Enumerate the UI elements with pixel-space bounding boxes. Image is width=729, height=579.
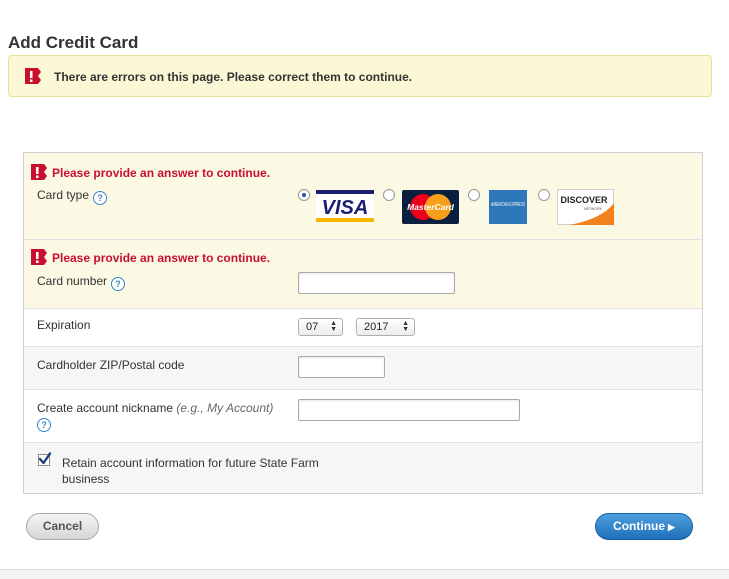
error-icon [25, 68, 41, 84]
nickname-input[interactable] [298, 399, 520, 421]
select-arrows-icon: ▲ ▼ [330, 320, 337, 333]
card-type-label: Card type? [37, 188, 108, 205]
retain-row: Retain account information for future St… [24, 442, 702, 493]
expiration-year-select[interactable]: 2017 ▲ ▼ [356, 318, 415, 336]
error-icon [31, 164, 47, 180]
expiration-year-value: 2017 [364, 321, 389, 333]
help-icon[interactable]: ? [93, 191, 108, 205]
page-title: Add Credit Card [8, 33, 139, 52]
nickname-hint: (e.g., My Account) [176, 401, 274, 415]
radio-discover[interactable] [538, 189, 550, 201]
visa-logo-icon[interactable]: VISA [316, 190, 374, 222]
retain-checkbox[interactable] [38, 452, 52, 466]
continue-button-label: Continue [613, 519, 666, 533]
error-banner-text: There are errors on this page. Please co… [54, 70, 413, 84]
expiration-label: Expiration [37, 318, 91, 332]
zip-label: Cardholder ZIP/Postal code [37, 358, 185, 372]
discover-logo-icon[interactable]: DISCOVER NETWORK [557, 189, 614, 225]
arrow-right-icon: ▶ [668, 522, 675, 532]
expiration-month-select[interactable]: 07 ▲ ▼ [298, 318, 343, 336]
help-icon[interactable]: ? [111, 277, 126, 291]
expiration-row: Expiration 07 ▲ ▼ 2017 ▲ ▼ [24, 308, 702, 346]
radio-mastercard[interactable] [383, 189, 395, 201]
card-type-error-text: Please provide an answer to continue. [52, 166, 271, 180]
card-number-input[interactable] [298, 272, 455, 294]
nickname-label: Create account nickname (e.g., My Accoun… [37, 401, 273, 415]
radio-visa[interactable] [298, 189, 310, 201]
mastercard-logo-icon[interactable]: MasterCard [402, 190, 459, 224]
retain-label-line1: Retain account information for future St… [62, 456, 319, 470]
continue-button[interactable]: Continue ▶ [595, 513, 693, 540]
card-number-label-text: Card number [37, 274, 108, 288]
amex-logo-icon[interactable]: AMERICAN EXPRESS [489, 190, 527, 224]
checkmark-icon [38, 452, 52, 465]
credit-card-form: Please provide an answer to continue. Ca… [23, 152, 703, 494]
card-number-row: Please provide an answer to continue. Ca… [24, 239, 702, 308]
error-banner: There are errors on this page. Please co… [8, 55, 712, 97]
card-type-error: Please provide an answer to continue. [31, 164, 270, 180]
card-type-row: Please provide an answer to continue. Ca… [24, 153, 702, 239]
card-number-error: Please provide an answer to continue. [31, 249, 270, 265]
retain-label-line2: business [62, 472, 110, 486]
error-icon [31, 249, 47, 265]
card-number-label: Card number? [37, 274, 126, 291]
zip-input[interactable] [298, 356, 385, 378]
expiration-month-value: 07 [306, 321, 319, 333]
nickname-row: Create account nickname (e.g., My Accoun… [24, 389, 702, 442]
retain-label: Retain account information for future St… [62, 455, 319, 487]
nickname-label-text: Create account nickname [37, 401, 174, 415]
discover-wordmark: DISCOVER [560, 195, 608, 205]
mastercard-wordmark: MasterCard [407, 202, 455, 212]
zip-row: Cardholder ZIP/Postal code [24, 346, 702, 389]
cancel-button[interactable]: Cancel [26, 513, 99, 540]
card-type-label-text: Card type [37, 188, 90, 202]
card-number-error-text: Please provide an answer to continue. [52, 251, 271, 265]
discover-network-text: NETWORK [584, 207, 603, 211]
visa-wordmark: VISA [322, 197, 369, 219]
help-icon[interactable]: ? [37, 418, 51, 432]
amex-wordmark: AMERICAN EXPRESS [490, 202, 525, 208]
select-arrows-icon: ▲ ▼ [402, 320, 409, 333]
radio-amex[interactable] [468, 189, 480, 201]
